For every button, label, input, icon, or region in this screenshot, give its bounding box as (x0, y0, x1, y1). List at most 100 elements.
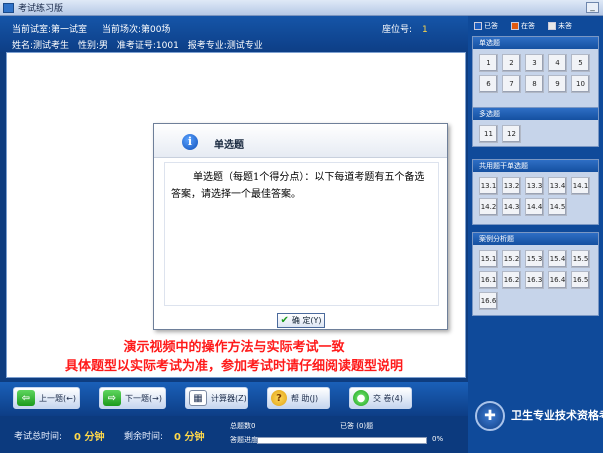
question-number-button[interactable]: 14.1 (571, 177, 590, 195)
question-number-button[interactable]: 16.6 (479, 292, 498, 310)
prev-question-button[interactable]: ⇦ 上一题(←) (13, 387, 80, 409)
info-icon: i (182, 134, 198, 150)
exam-info-header: 当前试室:第一试室 当前场次:第00场 姓名:测试考生 性别:男 准考证号:10… (0, 16, 468, 52)
seat-number: 座位号: 1 (382, 22, 428, 35)
question-grid: 13.1 13.2 13.3 13.4 14.1 14.2 14.3 14.4 14.5 (473, 172, 598, 216)
remaining-time-label: 剩余时间: (124, 432, 164, 442)
notice-line-1: 演示视频中的操作方法与实际考试一致 (123, 340, 345, 355)
calculator-button[interactable]: ▦ 计算器(Z) (185, 387, 248, 409)
status-bar: 考试总时间: 0 分钟 剩余时间: 0 分钟 总题数0 已答 (0)题 答题进度… (0, 416, 468, 453)
question-number-button[interactable]: 8 (525, 75, 544, 93)
group-shared-stem: 共用题干单选题 13.1 13.2 13.3 13.4 14.1 14.2 14.3 14.4… (472, 159, 599, 225)
question-navigator: 已答 在答 未答 单选题 1 2 3 4 5 6 7 8 9 10 多选题 11 12 共用题干单选… (468, 16, 603, 453)
dialog-message: 单选题（每题1个得分点）：以下每道考题有五个备选答案，请选择一个最佳答案。 (164, 162, 439, 306)
question-number-button[interactable]: 12 (502, 125, 521, 143)
seat-label: 座位号: (382, 25, 413, 35)
room-label: 当前试室: (12, 25, 52, 35)
question-number-button[interactable]: 15.3 (525, 250, 544, 268)
help-label: 帮 助(J) (291, 393, 319, 403)
demo-notice: 演示视频中的操作方法与实际考试一致 具体题型以实际考试为准，参加考试时请仔细阅读… (0, 338, 468, 376)
legend-unanswered: 未答 (548, 21, 572, 31)
help-button[interactable]: ? 帮 助(J) (267, 387, 330, 409)
calculator-icon: ▦ (189, 390, 207, 406)
question-number-button[interactable]: 14.5 (548, 198, 567, 216)
question-grid: 11 12 (473, 120, 598, 143)
group-case-analysis: 案例分析题 15.1 15.2 15.3 15.4 15.5 16.1 16.2 16.3 16… (472, 232, 599, 316)
question-number-button[interactable]: 3 (525, 54, 544, 72)
notice-line-2: 具体题型以实际考试为准，参加考试时请仔细阅读题型说明 (64, 359, 403, 374)
question-number-button[interactable]: 14.3 (502, 198, 521, 216)
question-number-button[interactable]: 2 (502, 54, 521, 72)
ok-label: 确 定(Y) (291, 316, 322, 325)
group-single-choice: 单选题 1 2 3 4 5 6 7 8 9 10 (472, 36, 599, 111)
question-number-button[interactable]: 13.1 (479, 177, 498, 195)
total-time-label: 考试总时间: (14, 432, 63, 442)
major-label: 报考专业: (187, 41, 227, 51)
window-titlebar: 考试练习版 _ (0, 0, 603, 16)
question-number-button[interactable]: 6 (479, 75, 498, 93)
arrow-left-icon: ⇦ (17, 390, 35, 406)
next-question-button[interactable]: ⇨ 下一题(→) (99, 387, 166, 409)
brand-text: 卫生专业技术资格考试 (511, 409, 603, 422)
window-title: 考试练习版 (18, 4, 64, 14)
exam-room-row: 当前试室:第一试室 当前场次:第00场 (12, 22, 170, 35)
legend-answered: 已答 (474, 21, 498, 31)
question-number-button[interactable]: 15.1 (479, 250, 498, 268)
session-label: 当前场次: (101, 25, 141, 35)
question-number-button[interactable]: 15.5 (571, 250, 590, 268)
question-number-button[interactable]: 16.2 (502, 271, 521, 289)
app-icon (3, 2, 14, 13)
progress-label: 答题进度 (230, 436, 258, 444)
prev-label: 上一题(←) (39, 393, 76, 403)
seat-value: 1 (422, 25, 428, 35)
total-time-value: 0 分钟 (74, 432, 105, 443)
name-value: 测试考生 (33, 41, 70, 51)
group-title: 案例分析题 (473, 233, 598, 245)
help-icon: ? (271, 390, 287, 406)
question-grid: 1 2 3 4 5 6 7 8 9 10 (473, 49, 598, 93)
question-number-button[interactable]: 10 (571, 75, 590, 93)
question-number-button[interactable]: 16.4 (548, 271, 567, 289)
progress-percent: 0% (432, 435, 444, 443)
id-label: 准考证号: (116, 41, 156, 51)
checkmark-icon: ✔ (280, 315, 289, 326)
room-value: 第一试室 (51, 25, 88, 35)
question-number-button[interactable]: 15.4 (548, 250, 567, 268)
question-number-button[interactable]: 14.2 (479, 198, 498, 216)
submit-exam-button[interactable]: ● 交 卷(4) (349, 387, 412, 409)
gender-value: 男 (98, 41, 108, 51)
question-number-button[interactable]: 16.1 (479, 271, 498, 289)
total-questions: 总题数0 (230, 422, 256, 430)
question-number-button[interactable]: 13.2 (502, 177, 521, 195)
dialog-ok-button[interactable]: ✔ 确 定(Y) (277, 313, 325, 328)
arrow-right-icon: ⇨ (103, 390, 121, 406)
unanswered-swatch-icon (548, 22, 556, 30)
question-number-button[interactable]: 9 (548, 75, 567, 93)
question-number-button[interactable]: 13.3 (525, 177, 544, 195)
question-number-button[interactable]: 4 (548, 54, 567, 72)
submit-label: 交 卷(4) (373, 393, 403, 403)
question-number-button[interactable]: 5 (571, 54, 590, 72)
gender-label: 性别: (77, 41, 99, 51)
legend-current: 在答 (511, 21, 535, 31)
question-number-button[interactable]: 16.3 (525, 271, 544, 289)
question-number-button[interactable]: 16.5 (571, 271, 590, 289)
current-swatch-icon (511, 22, 519, 30)
question-number-button[interactable]: 1 (479, 54, 498, 72)
question-number-button[interactable]: 7 (502, 75, 521, 93)
question-number-button[interactable]: 15.2 (502, 250, 521, 268)
group-title: 多选题 (473, 108, 598, 120)
group-title: 共用题干单选题 (473, 160, 598, 172)
brand-logo: ✚ 卫生专业技术资格考试 (475, 397, 603, 437)
group-multi-choice: 多选题 11 12 (472, 107, 599, 147)
brand-emblem-icon: ✚ (475, 401, 505, 431)
question-number-button[interactable]: 14.4 (525, 198, 544, 216)
answered-swatch-icon (474, 22, 482, 30)
question-number-button[interactable]: 11 (479, 125, 498, 143)
question-grid: 15.1 15.2 15.3 15.4 15.5 16.1 16.2 16.3 16.4 16.5… (473, 245, 598, 310)
minimize-button[interactable]: _ (586, 2, 599, 13)
calc-label: 计算器(Z) (211, 393, 247, 403)
candidate-info-row: 姓名:测试考生 性别:男 准考证号:1001 报考专业:测试专业 (12, 38, 263, 51)
question-number-button[interactable]: 13.4 (548, 177, 567, 195)
dialog-title: 单选题 (214, 140, 244, 151)
